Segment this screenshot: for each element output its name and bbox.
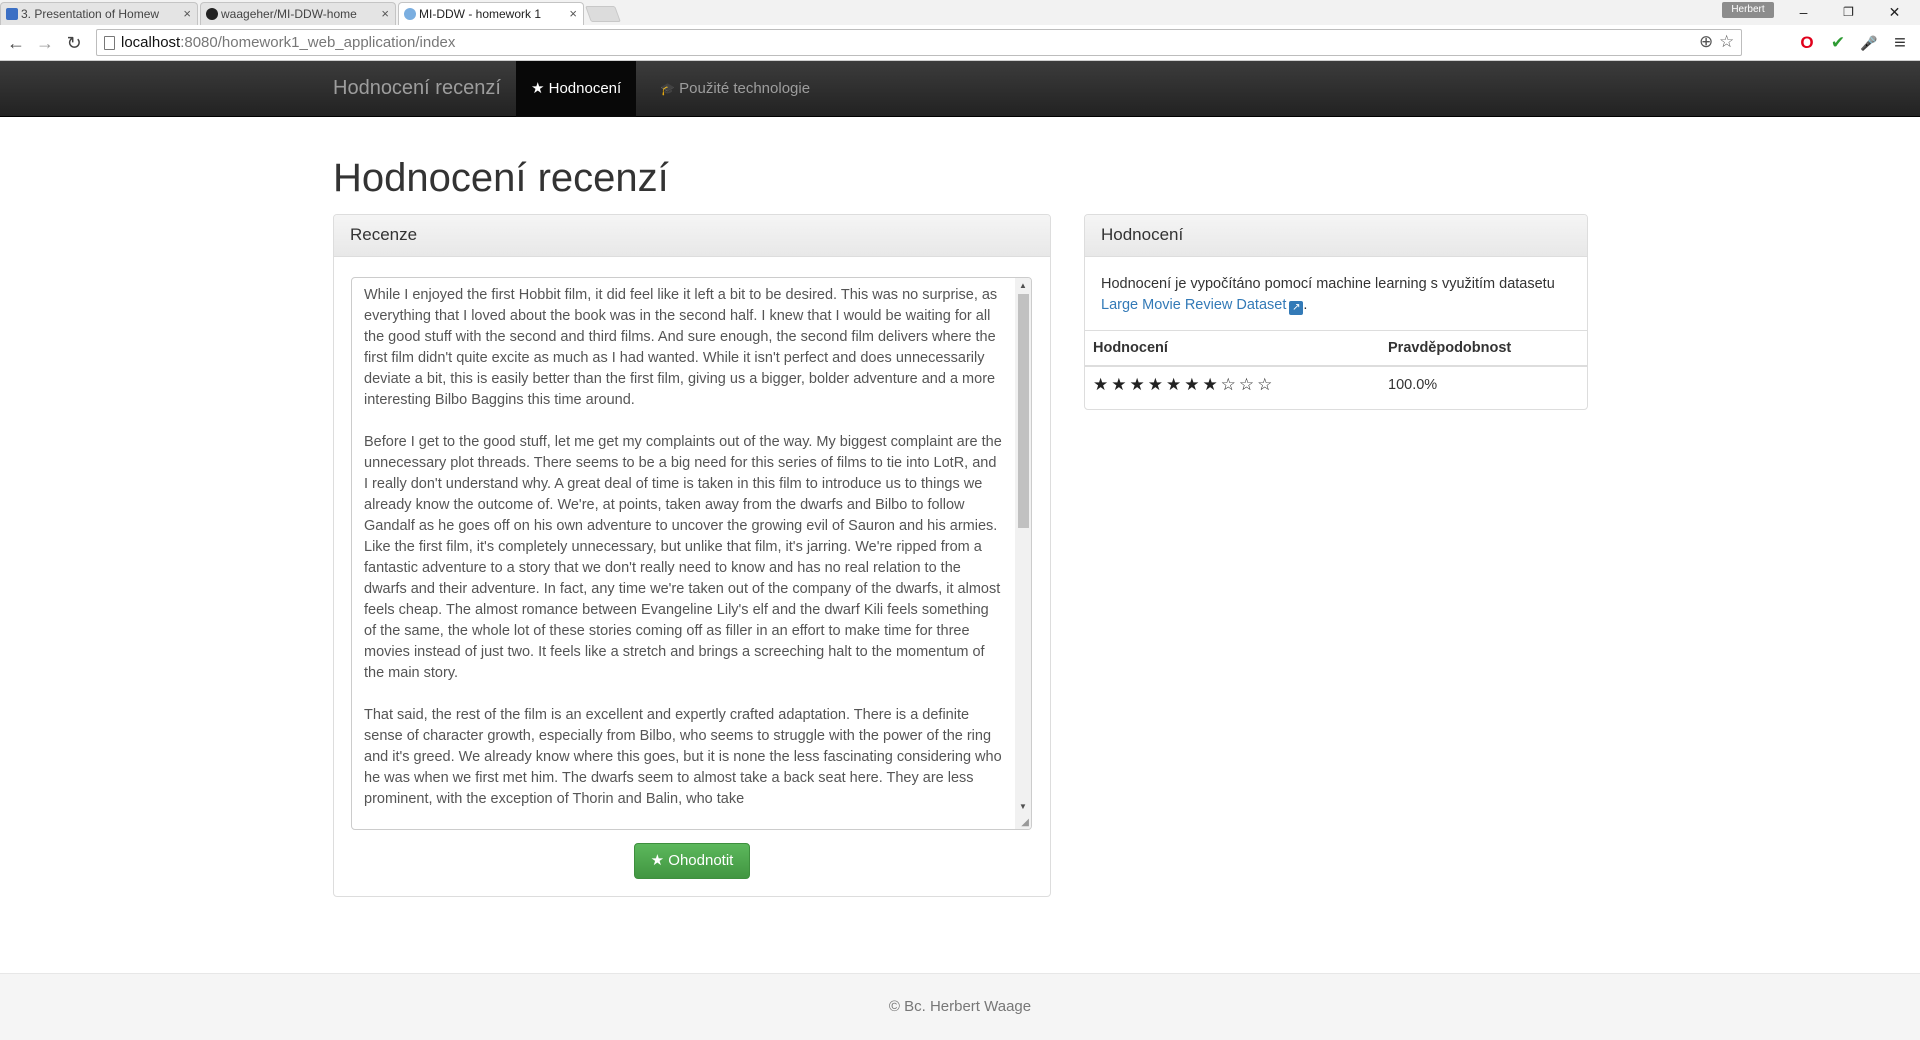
probability-value: 100.0% xyxy=(1380,365,1587,403)
nav-item-label: Hodnocení xyxy=(548,80,622,97)
scroll-up-arrow-icon[interactable]: ▲ xyxy=(1015,278,1031,294)
review-panel-heading: Recenze xyxy=(334,215,1050,257)
microphone-icon[interactable]: 🎤 xyxy=(1858,32,1880,54)
description-suffix: . xyxy=(1303,297,1308,313)
browser-tab-github[interactable]: waageher/MI-DDW-home × xyxy=(200,2,396,25)
nav-item-hodnoceni[interactable]: ★ Hodnocení xyxy=(516,61,637,117)
rating-description: Hodnocení je vypočítáno pomocí machine l… xyxy=(1085,257,1587,330)
url-path: :8080/homework1_web_application/index xyxy=(180,34,456,51)
column-header-hodnoceni: Hodnocení xyxy=(1085,330,1380,367)
tab-title: MI-DDW - homework 1 xyxy=(419,7,542,21)
site-navbar: Hodnocení recenzí ★ Hodnocení 🎓 Použité … xyxy=(0,61,1920,117)
resize-grip-icon[interactable]: ◢ xyxy=(1021,817,1029,828)
back-arrow-icon[interactable]: ← xyxy=(4,31,28,55)
opera-extension-icon[interactable]: O xyxy=(1796,32,1818,54)
menu-icon[interactable]: ≡ xyxy=(1889,32,1911,54)
browser-tab-active[interactable]: MI-DDW - homework 1 × xyxy=(398,2,584,25)
review-text[interactable]: While I enjoyed the first Hobbit film, i… xyxy=(364,285,1002,829)
bookmark-star-icon[interactable]: ☆ xyxy=(1719,32,1734,52)
review-paragraph: While I enjoyed the first Hobbit film, i… xyxy=(364,287,998,408)
column-header-pravdepodobnost: Pravděpodobnost xyxy=(1380,330,1587,367)
navbar-brand[interactable]: Hodnocení recenzí xyxy=(333,77,501,100)
textarea-scrollbar[interactable]: ▲ ▼ xyxy=(1015,278,1031,829)
browser-tab-presentation[interactable]: 3. Presentation of Homew × xyxy=(0,2,198,25)
tab-title: waageher/MI-DDW-home xyxy=(221,7,357,21)
star-icon: ★ xyxy=(650,852,665,869)
ohodnotit-button[interactable]: ★ Ohodnotit xyxy=(634,843,750,879)
reload-icon[interactable]: ↻ xyxy=(62,31,86,55)
rating-table: Hodnocení Pravděpodobnost ★★★★★★★☆☆☆ 100… xyxy=(1085,330,1587,403)
external-link-icon: ↗ xyxy=(1289,301,1304,315)
close-window-icon[interactable]: ✕ xyxy=(1872,0,1917,24)
scrollbar-thumb[interactable] xyxy=(1018,294,1029,528)
page-footer: © Bc. Herbert Waage xyxy=(0,973,1920,1040)
page-favicon-icon xyxy=(404,8,416,20)
rating-panel: Hodnocení Hodnocení je vypočítáno pomocí… xyxy=(1084,214,1588,410)
profile-user-chip[interactable]: Herbert xyxy=(1722,2,1774,18)
checkmark-extension-icon[interactable]: ✔ xyxy=(1827,32,1849,54)
footer-text: © Bc. Herbert Waage xyxy=(888,998,1032,1015)
tab-title: 3. Presentation of Homew xyxy=(21,7,160,21)
rating-panel-heading: Hodnocení xyxy=(1085,215,1587,257)
table-row: ★★★★★★★☆☆☆ 100.0% xyxy=(1085,365,1587,403)
forward-arrow-icon[interactable]: → xyxy=(33,31,57,55)
github-favicon-icon xyxy=(206,8,218,20)
zoom-icon[interactable]: ⊕ xyxy=(1699,32,1713,52)
new-tab-button[interactable] xyxy=(585,6,621,22)
nav-item-technologie[interactable]: 🎓 Použité technologie xyxy=(645,61,825,117)
scroll-down-arrow-icon[interactable]: ▼ xyxy=(1015,799,1031,815)
close-tab-icon[interactable]: × xyxy=(183,6,191,21)
restore-icon[interactable]: ❐ xyxy=(1826,0,1871,24)
dataset-link-text: Large Movie Review Dataset xyxy=(1101,297,1287,313)
review-textarea[interactable]: While I enjoyed the first Hobbit film, i… xyxy=(351,277,1032,830)
nav-item-label: Použité technologie xyxy=(679,80,811,97)
close-tab-icon[interactable]: × xyxy=(381,6,389,21)
description-text: Hodnocení je vypočítáno pomocí machine l… xyxy=(1101,276,1555,292)
review-paragraph: Before I get to the good stuff, let me g… xyxy=(364,434,1002,681)
table-header-row: Hodnocení Pravděpodobnost xyxy=(1085,330,1587,367)
close-tab-icon[interactable]: × xyxy=(569,6,577,21)
star-rating: ★★★★★★★☆☆☆ xyxy=(1085,365,1380,403)
address-url[interactable]: localhost:8080/homework1_web_application… xyxy=(121,34,455,51)
ohodnotit-button-label: Ohodnotit xyxy=(668,852,734,869)
slides-favicon-icon xyxy=(6,8,18,20)
star-icon: ★ xyxy=(531,80,545,97)
browser-toolbar: ← → ↻ localhost:8080/homework1_web_appli… xyxy=(0,25,1920,61)
minimize-icon[interactable]: – xyxy=(1781,0,1826,24)
graduation-cap-icon: 🎓 xyxy=(660,82,675,96)
page-icon xyxy=(104,36,115,50)
review-panel: Recenze While I enjoyed the first Hobbit… xyxy=(333,214,1051,897)
address-bar[interactable]: localhost:8080/homework1_web_application… xyxy=(96,29,1742,56)
url-host: localhost xyxy=(121,34,181,51)
dataset-link[interactable]: Large Movie Review Dataset ↗ xyxy=(1101,297,1304,315)
page-title: Hodnocení recenzí xyxy=(333,156,669,200)
browser-tabstrip: 3. Presentation of Homew × waageher/MI-D… xyxy=(0,0,1920,25)
review-paragraph: That said, the rest of the film is an ex… xyxy=(364,707,1002,807)
